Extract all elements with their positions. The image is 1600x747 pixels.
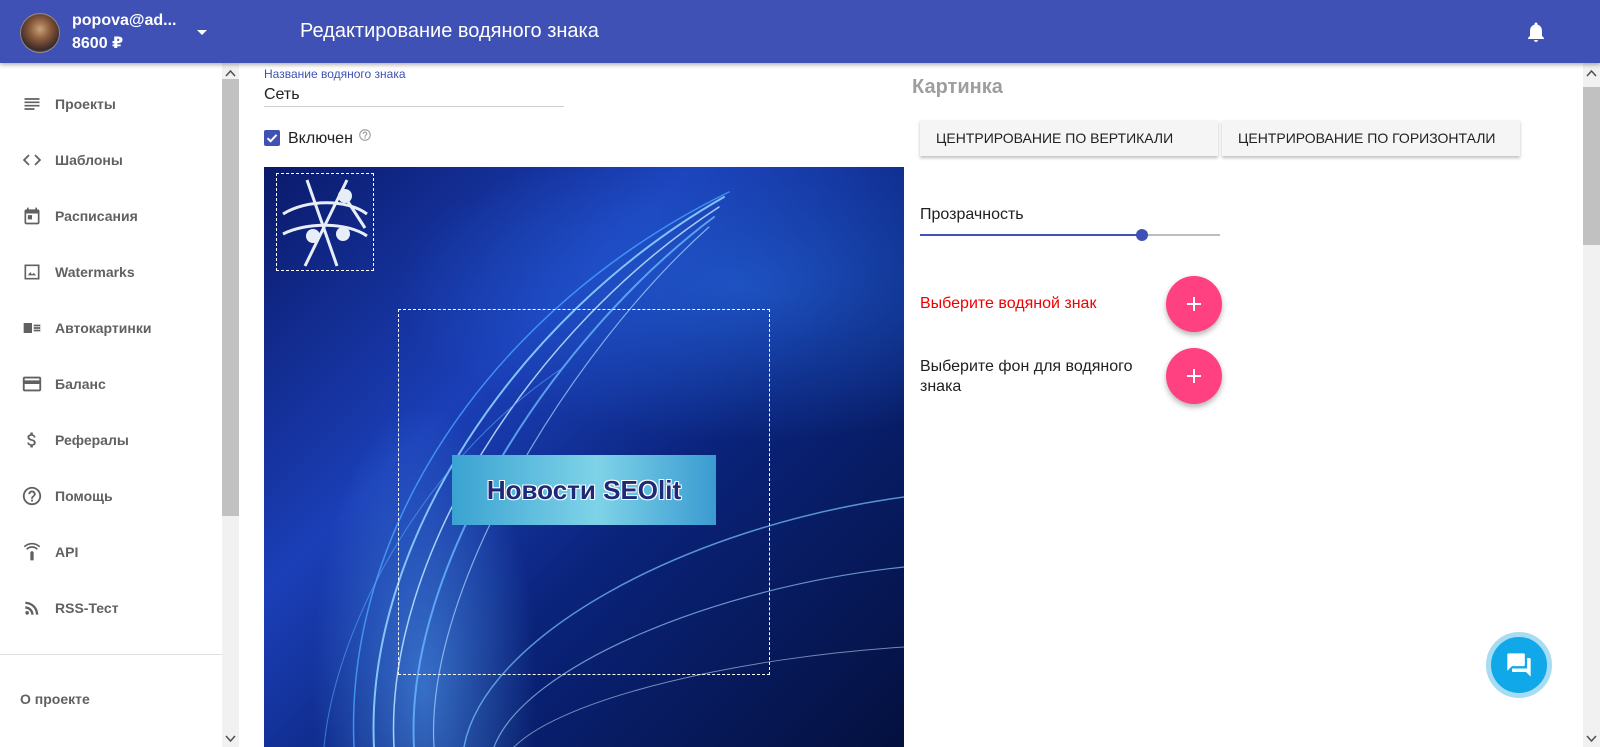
opacity-slider-track-filled[interactable] [920,234,1142,236]
center-vertical-button[interactable]: ЦЕНТРИРОВАНИЕ ПО ВЕРТИКАЛИ [920,120,1218,156]
sidebar: Проекты Шаблоны Расписания Watermarks Ав… [0,63,222,747]
scroll-down-icon[interactable] [1586,731,1597,743]
page-scroll-thumb[interactable] [1583,87,1600,245]
auto-image-icon [21,317,43,339]
network-logo-icon [282,179,368,267]
code-icon [21,149,43,171]
page-title: Редактирование водяного знака [300,20,599,42]
sidebar-item-label: Помощь [55,488,113,504]
chat-button[interactable] [1486,632,1552,698]
sidebar-item-label: Проекты [55,96,116,112]
help-icon [21,485,43,507]
api-icon [21,541,43,563]
bell-icon[interactable] [1524,20,1548,44]
plus-icon [1187,297,1201,311]
center-horizontal-button[interactable]: ЦЕНТРИРОВАНИЕ ПО ГОРИЗОНТАЛИ [1222,120,1520,156]
image-icon [21,261,43,283]
sidebar-item-help[interactable]: Помощь [0,468,222,524]
sidebar-item-referrals[interactable]: Рефералы [0,412,222,468]
sidebar-item-label: Watermarks [55,264,135,280]
sidebar-item-label: API [55,544,79,560]
page-scrollbar[interactable] [1583,63,1600,747]
app-bar: popova@ad... 8600 ₽ Редактирование водян… [0,0,1600,63]
add-background-button[interactable] [1166,348,1222,404]
sidebar-item-label: Шаблоны [55,152,123,168]
chevron-down-icon[interactable] [190,22,214,42]
about-link[interactable]: О проекте [20,691,90,707]
avatar[interactable] [20,13,60,53]
pick-background-label: Выберите фон для водяного знака [920,358,1133,395]
sidebar-item-rss[interactable]: RSS-Тест [0,580,222,636]
watermark-name-input[interactable] [264,83,564,107]
pick-watermark-label: Выберите водяной знак [920,295,1097,312]
watermark-banner[interactable]: Новости SEOlit [452,455,716,525]
sidebar-item-projects[interactable]: Проекты [0,76,222,132]
sidebar-item-autoimages[interactable]: Автокартинки [0,300,222,356]
scroll-up-icon[interactable] [1586,66,1597,77]
watermark-name-label: Название водяного знака [264,67,406,81]
user-balance: 8600 ₽ [72,35,124,52]
opacity-slider-thumb[interactable] [1136,229,1148,241]
sidebar-item-label: Автокартинки [55,320,152,336]
sidebar-item-label: Рефералы [55,432,129,448]
opacity-label: Прозрачность [920,206,1024,223]
watermark-logo-frame[interactable] [276,173,374,271]
add-watermark-button[interactable] [1166,276,1222,332]
credit-card-icon [21,373,43,395]
sidebar-scroll-thumb[interactable] [222,79,239,516]
chat-icon [1507,653,1531,677]
dollar-icon [21,429,43,451]
rss-icon [21,597,43,619]
scroll-up-icon[interactable] [225,66,236,77]
enabled-checkbox[interactable] [264,130,280,146]
calendar-icon [21,205,43,227]
sidebar-item-watermarks[interactable]: Watermarks [0,244,222,300]
sidebar-divider [0,654,222,655]
sidebar-item-balance[interactable]: Баланс [0,356,222,412]
help-circle-icon[interactable] [358,128,372,142]
opacity-slider-track[interactable] [1142,234,1220,236]
enabled-label: Включен [288,130,353,147]
scroll-down-icon[interactable] [225,731,236,743]
user-email[interactable]: popova@ad... [72,12,182,30]
sidebar-scrollbar[interactable] [222,63,239,747]
sidebar-item-api[interactable]: API [0,524,222,580]
sidebar-item-label: Баланс [55,376,106,392]
sidebar-item-schedules[interactable]: Расписания [0,188,222,244]
section-title: Картинка [912,76,1003,98]
sidebar-item-templates[interactable]: Шаблоны [0,132,222,188]
plus-icon [1187,369,1201,383]
watermark-preview: Новости SEOlit [264,167,904,747]
list-icon [21,93,43,115]
sidebar-item-label: Расписания [55,208,138,224]
sidebar-item-label: RSS-Тест [55,600,119,616]
